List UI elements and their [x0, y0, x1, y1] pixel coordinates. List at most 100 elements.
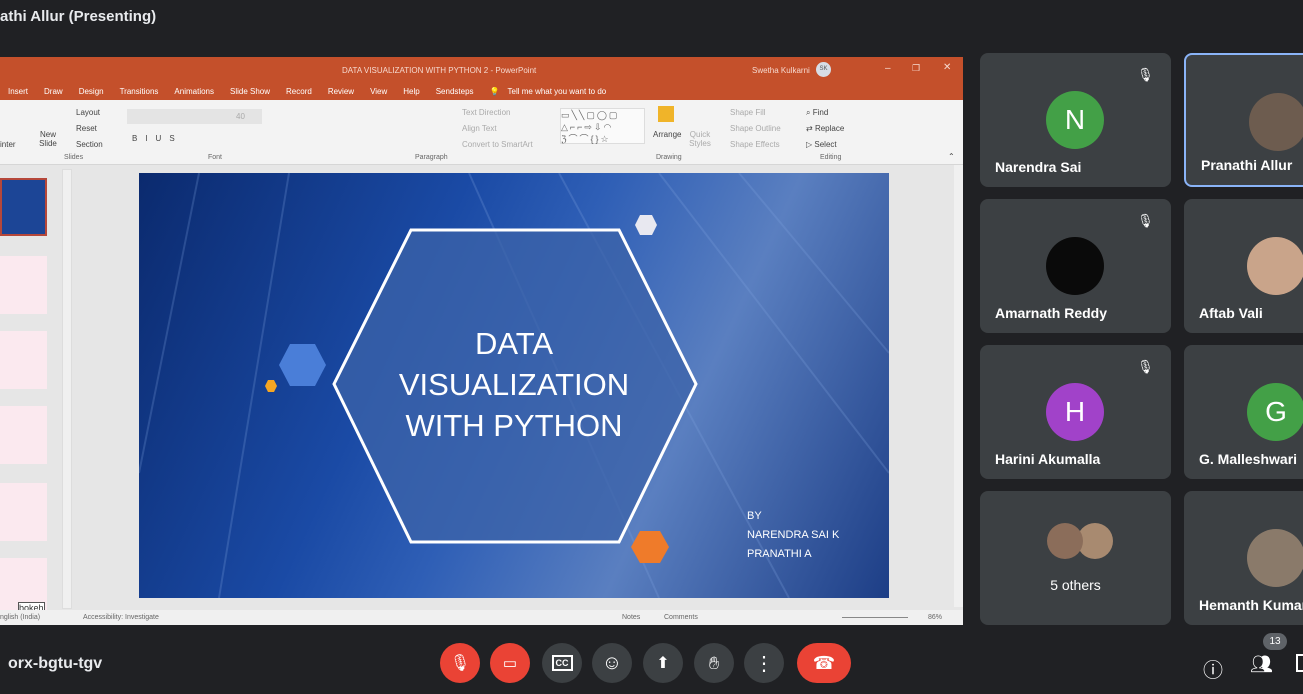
participant-tile[interactable]: G G. Malleshwari	[1184, 345, 1303, 479]
quick-styles-button[interactable]: Quick Styles	[686, 130, 714, 148]
format-painter[interactable]: inter	[0, 140, 16, 149]
participant-count-badge: 13	[1263, 633, 1287, 650]
emoji-button[interactable]: ☺	[592, 643, 632, 683]
present-button[interactable]: ⬆	[643, 643, 683, 683]
slide-title-line: DATA	[474, 326, 554, 361]
slide-title-line: WITH PYTHON	[405, 408, 623, 443]
zoom-slider[interactable]	[842, 617, 908, 618]
minimize-icon[interactable]: –	[885, 63, 891, 74]
thumbnail-scrollbar[interactable]	[62, 169, 72, 609]
language-status[interactable]: nglish (India)	[0, 614, 40, 621]
lightbulb-icon: 💡	[489, 86, 500, 96]
hang-up-icon: ☎︎	[812, 652, 836, 673]
tab-review[interactable]: Review	[320, 87, 362, 96]
user-name: Swetha Kulkarni	[752, 66, 810, 75]
participant-tile[interactable]: H Harini Akumalla 🎙︎	[980, 345, 1171, 479]
slide-thumbnail[interactable]	[0, 331, 47, 389]
more-options-button[interactable]: ⋮	[744, 643, 784, 683]
slide-scrollbar[interactable]	[954, 165, 963, 607]
participant-tile[interactable]: N Narendra Sai 🎙︎	[980, 53, 1171, 187]
shape-outline-button[interactable]: Shape Outline	[730, 124, 781, 133]
camera-off-icon: ▭	[502, 655, 518, 672]
white-hexagon	[635, 215, 657, 235]
shape-effects-button[interactable]: Shape Effects	[730, 140, 780, 149]
accessibility-status[interactable]: Accessibility: Investigate	[83, 614, 159, 621]
convert-smartart-button[interactable]: Convert to SmartArt	[462, 140, 533, 149]
slide-thumbnail[interactable]	[0, 256, 47, 314]
participant-name: Narendra Sai	[995, 159, 1082, 175]
people-icon[interactable]: 👥︎	[1250, 654, 1273, 675]
captions-button[interactable]: CC	[542, 643, 582, 683]
participant-tile[interactable]: Aftab Vali	[1184, 199, 1303, 333]
author-line: BY	[747, 510, 762, 522]
shape-fill-button[interactable]: Shape Fill	[730, 108, 766, 117]
user-avatar[interactable]: SK	[816, 62, 831, 77]
slide-thumbnail[interactable]	[0, 406, 47, 464]
slide-authors: BY NARENDRA SAI K PRANATHI A	[747, 507, 839, 564]
collapse-ribbon-icon[interactable]: ⌃	[948, 152, 955, 161]
end-call-button[interactable]: ☎︎	[797, 643, 851, 683]
tab-help[interactable]: Help	[395, 87, 427, 96]
camera-off-button[interactable]: ▭	[490, 643, 530, 683]
tab-slide-show[interactable]: Slide Show	[222, 87, 278, 96]
raise-hand-button[interactable]: ✋︎	[694, 643, 734, 683]
slide-thumbnail[interactable]	[0, 483, 47, 541]
comments-button[interactable]: Comments	[664, 614, 698, 621]
font-size-select[interactable]: 40	[236, 112, 245, 121]
shapes-gallery[interactable]: ▭╲╲▢◯▢ △⌐⌐⇨⇩◠ ℨ⌒⌒{}☆	[560, 108, 645, 144]
author-line: NARENDRA SAI K	[747, 529, 840, 541]
tab-transitions[interactable]: Transitions	[112, 87, 167, 96]
present-icon: ⬆	[656, 655, 670, 672]
presenter-label: athi Allur (Presenting)	[0, 8, 157, 25]
ppt-title-bar: DATA VISUALIZATION WITH PYTHON 2 - Power…	[0, 57, 963, 82]
tab-insert[interactable]: Insert	[0, 87, 36, 96]
group-paragraph-label: Paragraph	[415, 154, 448, 161]
font-format-buttons[interactable]: BIUS	[132, 134, 183, 143]
section-button[interactable]: Section	[76, 140, 103, 149]
tab-view[interactable]: View	[362, 87, 395, 96]
tab-sendsteps[interactable]: Sendsteps	[428, 87, 482, 96]
participant-name: Aftab Vali	[1199, 305, 1263, 321]
slide-canvas: DATA VISUALIZATION WITH PYTHON BY NAREND…	[139, 173, 889, 598]
tab-design[interactable]: Design	[71, 87, 112, 96]
participant-tile[interactable]: Amarnath Reddy 🎙︎	[980, 199, 1171, 333]
participant-name: Harini Akumalla	[995, 451, 1101, 467]
replace-button[interactable]: ⇄ Replace	[806, 124, 844, 133]
slide-thumbnail[interactable]: bokeh	[0, 558, 47, 616]
slide-thumbnails: bokeh	[0, 175, 50, 616]
info-icon[interactable]: ⓘ	[1203, 654, 1223, 683]
captions-icon: CC	[551, 655, 573, 671]
close-icon[interactable]: ✕	[943, 62, 951, 73]
participant-tile[interactable]: Pranathi Allur	[1184, 53, 1303, 187]
new-slide-button[interactable]: New Slide	[36, 130, 60, 148]
tab-draw[interactable]: Draw	[36, 87, 71, 96]
text-direction-button[interactable]: Text Direction	[462, 108, 510, 117]
tab-animations[interactable]: Animations	[166, 87, 222, 96]
find-button[interactable]: ⌕ Find	[806, 108, 828, 118]
participant-name: Pranathi Allur	[1201, 157, 1293, 173]
avatar	[1247, 529, 1303, 587]
more-vert-icon: ⋮	[754, 652, 774, 675]
avatar	[1046, 237, 1104, 295]
arrange-button[interactable]: Arrange	[653, 130, 681, 139]
group-font-label: Font	[208, 154, 223, 161]
layout-button[interactable]: Layout	[76, 108, 100, 117]
align-text-button[interactable]: Align Text	[462, 124, 497, 133]
reset-button[interactable]: Reset	[76, 124, 97, 133]
tell-me-search[interactable]: Tell me what you want to do	[508, 87, 615, 96]
mic-off-button[interactable]: 🎙︎	[440, 643, 480, 683]
slide-thumbnail[interactable]	[0, 178, 47, 236]
participant-tile[interactable]: 5 others	[980, 491, 1171, 625]
restore-icon[interactable]: ❐	[912, 63, 920, 74]
group-slides-label: Slides	[64, 154, 84, 161]
notes-button[interactable]: Notes	[622, 614, 640, 621]
tab-record[interactable]: Record	[278, 87, 320, 96]
participant-name: Hemanth Kumar	[1199, 597, 1303, 613]
zoom-level[interactable]: 86%	[928, 614, 942, 621]
select-button[interactable]: ▷ Select	[806, 140, 837, 149]
chat-icon[interactable]	[1296, 654, 1303, 672]
mic-off-icon: 🎙︎	[449, 655, 471, 672]
avatar	[1249, 93, 1303, 151]
participant-tile[interactable]: Hemanth Kumar	[1184, 491, 1303, 625]
avatar	[1047, 523, 1083, 559]
